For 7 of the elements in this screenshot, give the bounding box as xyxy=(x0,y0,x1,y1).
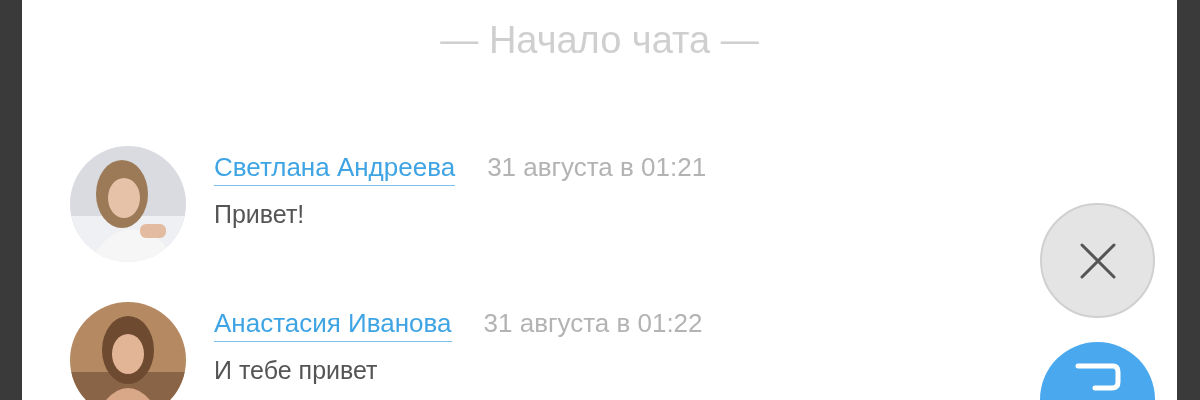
message-text: Привет! xyxy=(214,199,306,229)
author-link[interactable]: Анастасия Иванова xyxy=(214,305,452,342)
message-time: 31 августа в 01:22 xyxy=(483,307,703,340)
author-link[interactable]: Светлана Андреева xyxy=(214,149,456,186)
message-time: 31 августа в 01:21 xyxy=(487,151,707,184)
send-icon xyxy=(1074,362,1121,392)
message-text: И тебе привет xyxy=(214,355,379,385)
